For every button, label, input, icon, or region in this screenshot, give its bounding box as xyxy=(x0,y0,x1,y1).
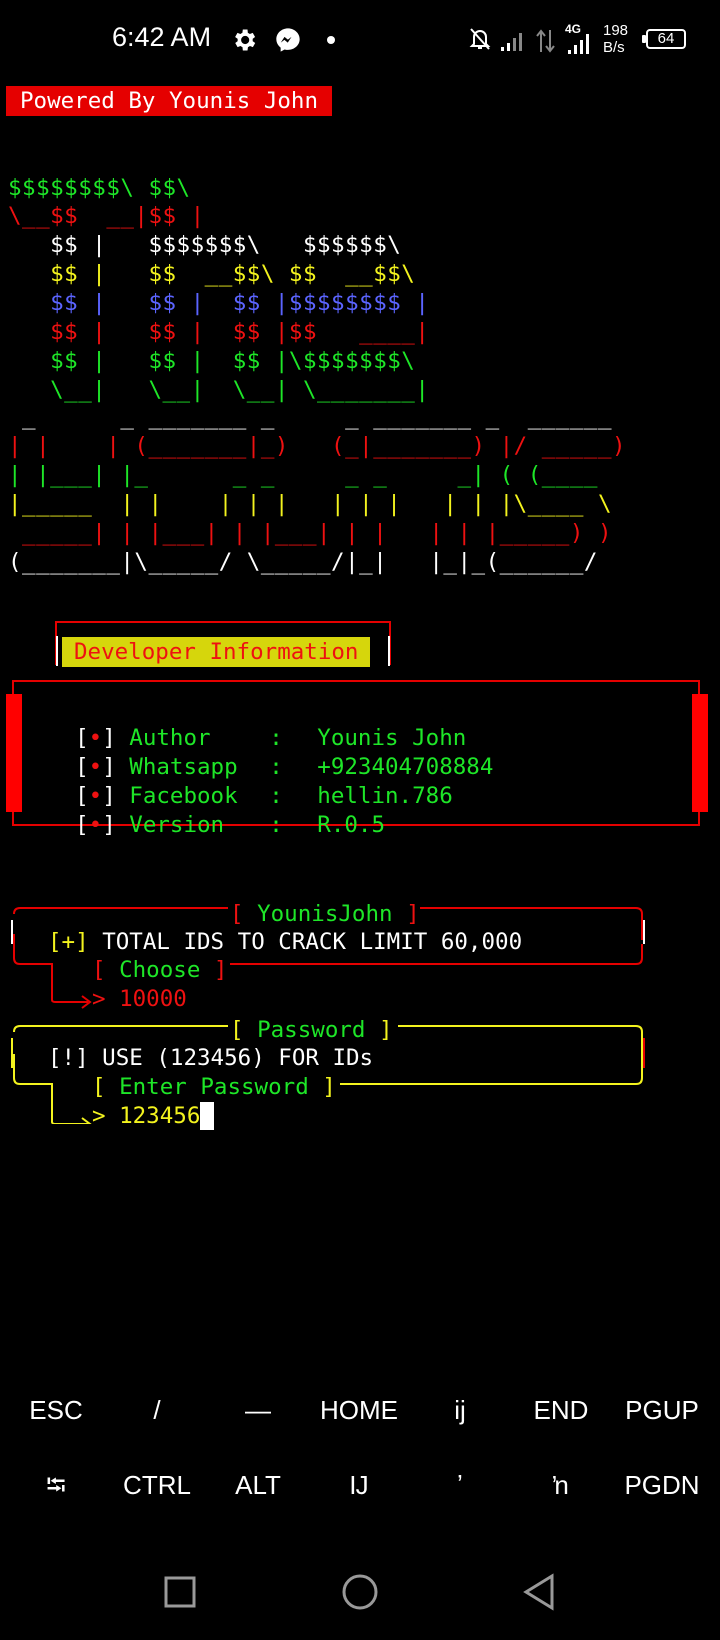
clock: 6:42 AM xyxy=(112,22,212,52)
logo-line: | |___| |_ _ _ _ _ _| ( (____ xyxy=(8,462,598,488)
logo-line: $$ | $$$$$$$\ $$$$$$\ xyxy=(8,232,402,258)
back-icon[interactable] xyxy=(523,1573,554,1611)
speed-value: 198 xyxy=(603,22,629,39)
key-esc[interactable]: ESC xyxy=(6,1390,106,1430)
prompt-text: Enter Password xyxy=(119,1074,309,1100)
key-pgdn[interactable]: PGDN xyxy=(612,1465,712,1505)
divider xyxy=(56,636,58,666)
signal-strength-icon xyxy=(501,33,522,51)
key-dash[interactable]: — xyxy=(208,1390,308,1430)
navigation-bar xyxy=(164,1573,554,1611)
key-apostrophe[interactable]: ʼ xyxy=(410,1465,510,1505)
bell-off-icon xyxy=(469,28,491,50)
password-input[interactable]: > 123456 xyxy=(92,1102,215,1130)
crack-limit-text: TOTAL IDS TO CRACK LIMIT 60,000 xyxy=(102,929,523,955)
password-box-title: [ Password ] xyxy=(230,1017,393,1043)
logo-line: _____| | |___| | |___| | | | | |_____) ) xyxy=(8,520,612,546)
key-end[interactable]: END xyxy=(511,1390,611,1430)
logo-line: |_____ | | | | | | | | | | |\____ \ xyxy=(8,491,612,517)
logo-line: \__$$ __|$$ | xyxy=(8,203,205,229)
battery-level: 64 xyxy=(657,30,675,47)
developer-info-title: Developer Information xyxy=(62,637,371,667)
plus-marker: [+] xyxy=(48,929,89,955)
gear-icon xyxy=(235,29,256,51)
developer-box-side-bar xyxy=(692,694,708,812)
speed-unit: B/s xyxy=(603,39,625,56)
password-prompt-label: [ Enter Password ] xyxy=(92,1074,336,1100)
home-icon[interactable] xyxy=(342,1574,378,1610)
bullet: [•] xyxy=(75,812,116,838)
key-n-apostrophe[interactable]: ŉ xyxy=(511,1465,611,1505)
developer-row: [•] Version: R.0.5 xyxy=(48,783,385,839)
logo-line: \__| \__| \__| \_______| xyxy=(8,377,430,403)
logo-line: $$ | $$ | $$ |$$$$$$$$ | xyxy=(8,290,430,316)
crack-title-text: YounisJohn xyxy=(257,901,393,927)
data-arrows-icon xyxy=(536,29,555,53)
logo-line: $$ | $$ __$$\ $$ __$$\ xyxy=(8,261,416,287)
notification-dot-icon xyxy=(327,36,335,44)
developer-box-side-bar xyxy=(6,694,22,812)
divider xyxy=(388,636,390,666)
powered-by-banner: Powered By Younis John xyxy=(6,86,333,116)
choose-text: Choose xyxy=(119,957,201,983)
recents-icon[interactable] xyxy=(164,1576,196,1608)
logo-line: _ _ _______ _ _ _______ _ ______ xyxy=(8,404,612,430)
key-ij[interactable]: ĳ xyxy=(410,1390,510,1430)
key-alt[interactable]: ALT xyxy=(208,1465,308,1505)
status-bar: 6:42 AM 4G 198 B/s 64 xyxy=(0,0,720,80)
logo-line: | | | (_______|_) (_|_______) |/ _____) xyxy=(8,433,627,459)
logo-line: $$ | $$ | $$ |\$$$$$$$\ xyxy=(8,348,416,374)
key-ctrl[interactable]: CTRL xyxy=(107,1465,207,1505)
password-hint: [!] USE (123456) FOR IDs xyxy=(48,1045,374,1071)
key-tab[interactable]: ⭾ xyxy=(6,1465,106,1505)
logo-line: (_______|\_____/ \_____/|_| |_|_(______/ xyxy=(8,549,598,575)
cursor xyxy=(200,1102,215,1130)
key-IJ[interactable]: Ĳ xyxy=(309,1465,409,1505)
row-value: R.0.5 xyxy=(317,812,386,838)
logo-line: $$ | $$ | $$ |$$ ____| xyxy=(8,319,430,345)
signal-strength-icon-2 xyxy=(568,34,589,54)
choose-value: 10000 xyxy=(119,986,187,1012)
row-key: Version xyxy=(129,812,225,838)
key-slash[interactable]: / xyxy=(107,1390,207,1430)
logo-line: $$$$$$$$\ $$\ xyxy=(8,175,191,201)
choose-label: [ Choose ] xyxy=(92,957,228,983)
row-sep: : xyxy=(269,812,283,838)
choose-prompt: > 10000 xyxy=(92,986,187,1012)
key-home[interactable]: HOME xyxy=(309,1390,409,1430)
password-input-value: 123456 xyxy=(119,1103,201,1129)
crack-limit-line: [+] TOTAL IDS TO CRACK LIMIT 60,000 xyxy=(48,928,522,956)
key-pgup[interactable]: PGUP xyxy=(612,1390,712,1430)
password-title-text: Password xyxy=(257,1017,366,1043)
extra-keys-bar: ESC / — HOME ĳ END PGUP ⭾ CTRL ALT Ĳ ʼ ŉ… xyxy=(0,1384,720,1534)
network-speed: 198 B/s xyxy=(603,22,628,56)
messenger-icon xyxy=(276,28,300,52)
crack-box-title: [ YounisJohn ] xyxy=(230,901,420,927)
